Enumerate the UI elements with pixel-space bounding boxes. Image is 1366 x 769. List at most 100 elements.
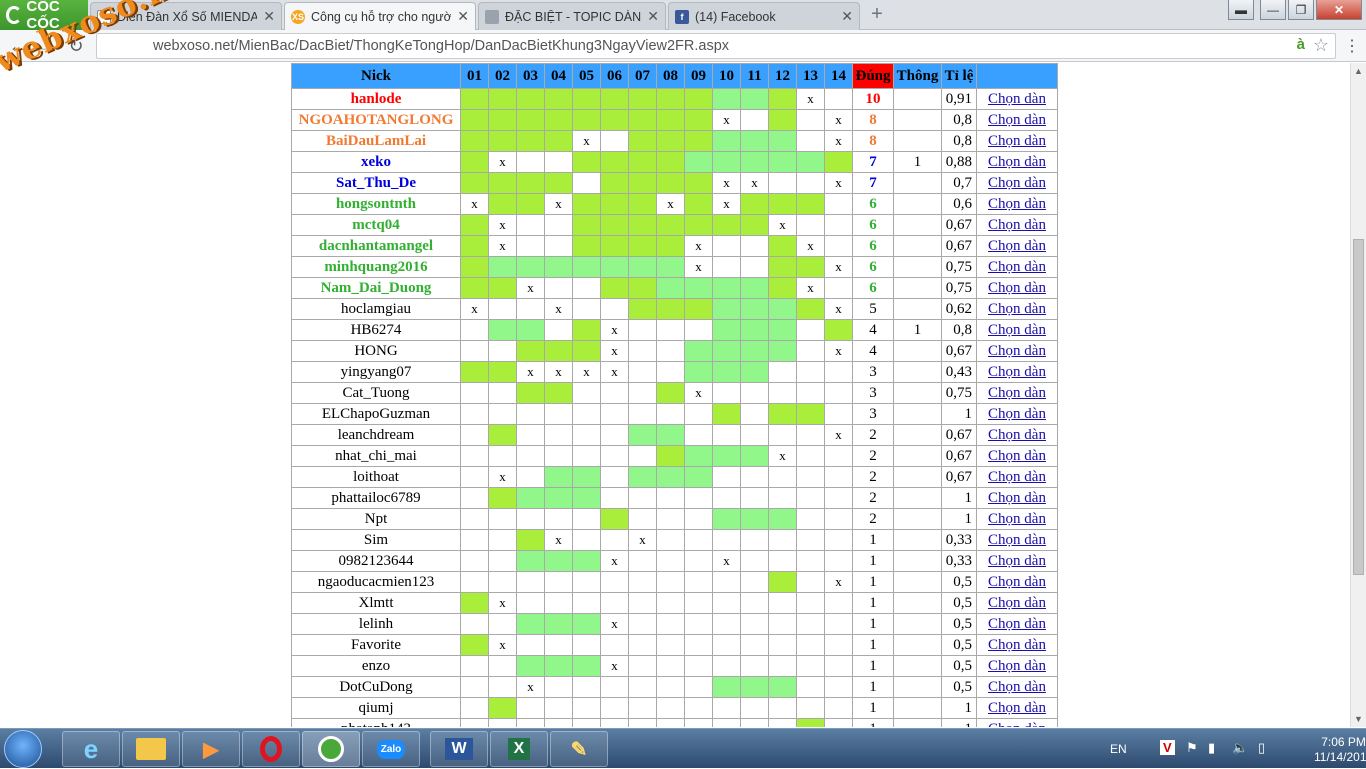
translate-icon[interactable]: à xyxy=(1297,36,1305,53)
close-icon[interactable]: ✕ xyxy=(457,8,469,25)
dung-cell: 6 xyxy=(852,214,894,236)
chon-dan-link[interactable]: Chọn dàn xyxy=(988,385,1046,401)
day-cell xyxy=(572,718,601,727)
vertical-scrollbar[interactable]: ▲ ▼ xyxy=(1350,63,1366,727)
new-tab-icon[interactable]: + xyxy=(868,4,886,24)
media-player-icon[interactable]: ▶ xyxy=(182,731,240,767)
chon-dan-link[interactable]: Chọn dàn xyxy=(988,322,1046,338)
day-cell xyxy=(516,634,545,656)
close-icon[interactable]: ✕ xyxy=(263,8,275,25)
flag-icon[interactable]: ⚑ xyxy=(1186,740,1198,756)
chon-dan-link[interactable]: Chọn dàn xyxy=(988,280,1046,296)
day-cell xyxy=(544,613,573,635)
scroll-thumb[interactable] xyxy=(1353,239,1364,575)
day-cell xyxy=(488,130,517,152)
header-nick: Nick xyxy=(291,63,461,89)
day-cell xyxy=(684,529,713,551)
network-icon[interactable]: ▮ xyxy=(1208,740,1215,756)
start-button[interactable] xyxy=(4,730,42,768)
chon-dan-link[interactable]: Chọn dàn xyxy=(988,532,1046,548)
chon-dan-link[interactable]: Chọn dàn xyxy=(988,301,1046,317)
chon-dan-link[interactable]: Chọn dàn xyxy=(988,616,1046,632)
opera-icon[interactable] xyxy=(242,731,300,767)
chon-cell: Chọn dàn xyxy=(976,697,1058,719)
chon-dan-link[interactable]: Chọn dàn xyxy=(988,448,1046,464)
chon-dan-link[interactable]: Chọn dàn xyxy=(988,679,1046,695)
day-cell xyxy=(544,655,573,677)
chon-dan-link[interactable]: Chọn dàn xyxy=(988,658,1046,674)
chon-dan-link[interactable]: Chọn dàn xyxy=(988,217,1046,233)
day-cell xyxy=(656,634,685,656)
coccoc-icon[interactable] xyxy=(302,731,360,767)
language-indicator[interactable]: EN xyxy=(1110,742,1127,756)
word-icon[interactable]: W xyxy=(430,731,488,767)
chon-dan-link[interactable]: Chọn dàn xyxy=(988,343,1046,359)
chon-dan-link[interactable]: Chọn dàn xyxy=(988,133,1046,149)
ie-icon[interactable]: e xyxy=(62,731,120,767)
tab-dacbiet[interactable]: ĐẶC BIỆT - TOPIC DÀN ĐẶ... ✕ xyxy=(478,2,666,30)
chon-dan-link[interactable]: Chọn dàn xyxy=(988,595,1046,611)
day-cell: x xyxy=(684,235,713,257)
chon-dan-link[interactable]: Chọn dàn xyxy=(988,469,1046,485)
day-cell xyxy=(712,151,741,173)
volume-icon[interactable]: 🔈 xyxy=(1232,740,1248,756)
chon-dan-link[interactable]: Chọn dàn xyxy=(988,238,1046,254)
chon-dan-link[interactable]: Chọn dàn xyxy=(988,406,1046,422)
paint-icon[interactable]: ✎ xyxy=(550,731,608,767)
chon-dan-link[interactable]: Chọn dàn xyxy=(988,112,1046,128)
tab-congcu[interactable]: XS Công cụ hỗ trợ cho người... ✕ xyxy=(284,2,476,30)
day-cell xyxy=(740,214,769,236)
maximize-icon[interactable]: ❐ xyxy=(1288,0,1314,20)
explorer-icon[interactable] xyxy=(122,731,180,767)
day-cell xyxy=(572,319,601,341)
chon-dan-link[interactable]: Chọn dàn xyxy=(988,721,1046,728)
zalo-icon[interactable]: Zalo xyxy=(362,731,420,767)
chon-dan-link[interactable]: Chọn dàn xyxy=(988,700,1046,716)
url-text[interactable]: webxoso.net/MienBac/DacBiet/ThongKeTongH… xyxy=(153,38,729,54)
chon-dan-link[interactable]: Chọn dàn xyxy=(988,259,1046,275)
chon-dan-link[interactable]: Chọn dàn xyxy=(988,175,1046,191)
day-cell xyxy=(824,508,853,530)
tab-facebook[interactable]: f (14) Facebook ✕ xyxy=(668,2,860,30)
header-day: 06 xyxy=(600,63,629,89)
chon-dan-link[interactable]: Chọn dàn xyxy=(988,490,1046,506)
chon-dan-link[interactable]: Chọn dàn xyxy=(988,91,1046,107)
window-close-icon[interactable]: ✕ xyxy=(1316,0,1362,20)
day-cell xyxy=(712,277,741,299)
day-cell xyxy=(460,676,489,698)
chon-dan-link[interactable]: Chọn dàn xyxy=(988,427,1046,443)
chon-dan-link[interactable]: Chọn dàn xyxy=(988,196,1046,212)
header-day: 05 xyxy=(572,63,601,89)
close-icon[interactable]: ✕ xyxy=(647,8,659,25)
nick-cell: loithoat xyxy=(291,466,461,488)
day-cell xyxy=(516,403,545,425)
day-cell xyxy=(516,109,545,131)
chon-dan-link[interactable]: Chọn dàn xyxy=(988,154,1046,170)
dung-cell: 1 xyxy=(852,676,894,698)
chon-dan-link[interactable]: Chọn dàn xyxy=(988,511,1046,527)
bookmark-star-icon[interactable]: ☆ xyxy=(1313,35,1329,56)
chon-dan-link[interactable]: Chọn dàn xyxy=(988,364,1046,380)
browser-menu-icon[interactable]: ⋮ xyxy=(1344,36,1360,55)
menu-window-icon[interactable]: ▬ xyxy=(1228,0,1254,20)
minimize-icon[interactable]: — xyxy=(1260,0,1286,20)
vivaldi-tray-icon[interactable]: V xyxy=(1160,740,1175,755)
close-icon[interactable]: ✕ xyxy=(841,8,853,25)
day-cell xyxy=(684,298,713,320)
scroll-up-icon[interactable]: ▲ xyxy=(1354,66,1363,76)
scroll-down-icon[interactable]: ▼ xyxy=(1354,714,1363,724)
clock[interactable]: 7:06 PM 11/14/2016 xyxy=(1314,735,1366,765)
battery-icon[interactable]: ▯ xyxy=(1258,740,1265,756)
thong-cell xyxy=(893,214,942,236)
dung-cell: 1 xyxy=(852,697,894,719)
chon-dan-link[interactable]: Chọn dàn xyxy=(988,553,1046,569)
header-day: 10 xyxy=(712,63,741,89)
day-cell xyxy=(824,88,853,110)
excel-icon[interactable]: X xyxy=(490,731,548,767)
chon-dan-link[interactable]: Chọn dàn xyxy=(988,637,1046,653)
chon-dan-link[interactable]: Chọn dàn xyxy=(988,574,1046,590)
address-bar[interactable]: webxoso.net/MienBac/DacBiet/ThongKeTongH… xyxy=(96,33,1336,59)
nick-cell: Sim xyxy=(291,529,461,551)
day-cell xyxy=(796,550,825,572)
day-cell xyxy=(516,424,545,446)
